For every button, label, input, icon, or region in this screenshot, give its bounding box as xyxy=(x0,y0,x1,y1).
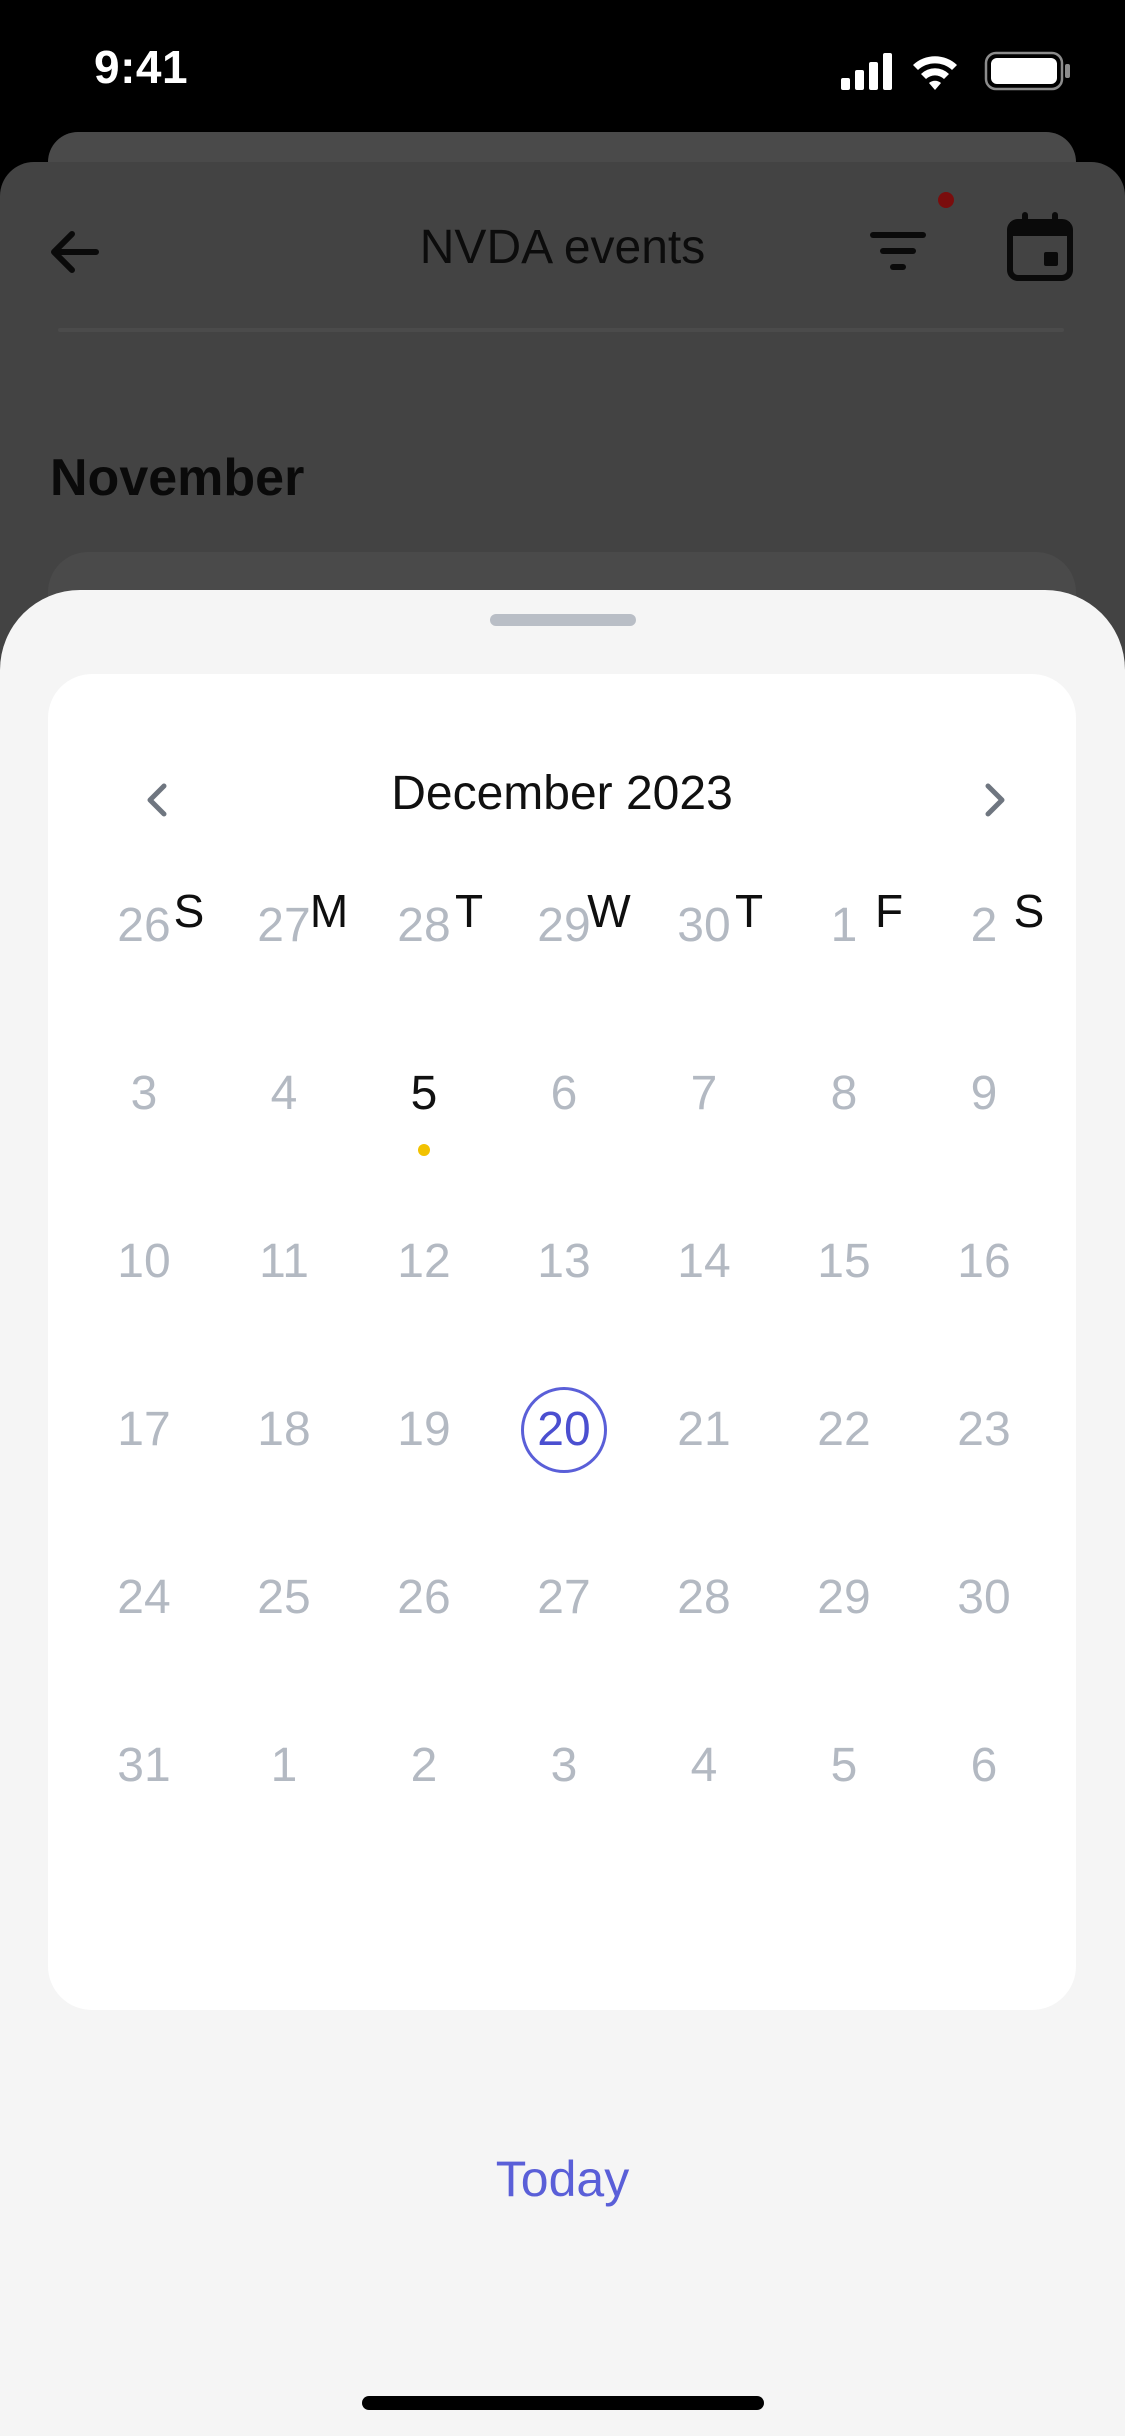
status-icons xyxy=(841,51,1070,91)
calendar-day[interactable]: 27 xyxy=(234,876,334,976)
calendar-day[interactable]: 2 xyxy=(934,876,1034,976)
today-button[interactable]: Today xyxy=(0,2150,1125,2208)
calendar-day[interactable]: 28 xyxy=(374,876,474,976)
calendar-day[interactable]: 11 xyxy=(234,1212,334,1312)
calendar-day[interactable]: 7 xyxy=(654,1044,754,1144)
battery-icon xyxy=(984,51,1070,91)
calendar-day[interactable]: 27 xyxy=(514,1548,614,1648)
date-picker-sheet: December 2023 S M T W T F S 26 27 28 29 30 1 2… xyxy=(0,590,1125,2436)
calendar-day[interactable]: 10 xyxy=(94,1212,194,1312)
calendar-day[interactable]: 6 xyxy=(514,1044,614,1144)
selected-day-ring xyxy=(521,1387,607,1473)
calendar-day[interactable]: 29 xyxy=(514,876,614,976)
calendar-card: December 2023 S M T W T F S 26 27 28 29 30 1 2… xyxy=(48,674,1076,2010)
event-indicator-dot xyxy=(418,1144,430,1156)
calendar-day[interactable]: 15 xyxy=(794,1212,894,1312)
calendar-day[interactable]: 17 xyxy=(94,1380,194,1480)
header-divider xyxy=(58,328,1064,332)
filter-icon[interactable] xyxy=(866,224,930,280)
calendar-day[interactable]: 23 xyxy=(934,1380,1034,1480)
page-title: NVDA events xyxy=(419,221,706,274)
calendar-day[interactable]: 8 xyxy=(794,1044,894,1144)
calendar-day[interactable]: 3 xyxy=(514,1716,614,1816)
calendar-day[interactable]: 4 xyxy=(654,1716,754,1816)
calendar-day[interactable]: 29 xyxy=(794,1548,894,1648)
calendar-day[interactable]: 9 xyxy=(934,1044,1034,1144)
calendar-day[interactable]: 26 xyxy=(374,1548,474,1648)
section-month-heading: November xyxy=(50,449,305,507)
calendar-day[interactable]: 26 xyxy=(94,876,194,976)
calendar-day[interactable]: 21 xyxy=(654,1380,754,1480)
calendar-day[interactable]: 30 xyxy=(934,1548,1034,1648)
calendar-day[interactable]: 13 xyxy=(514,1212,614,1312)
status-time: 9:41 xyxy=(94,41,189,93)
days-grid: 26 27 28 29 30 1 2 3 4 5 6 7 8 9 10 11 12 13 14 15 16 17 18 19 2… xyxy=(48,674,1076,2010)
wifi-icon xyxy=(913,56,957,90)
calendar-day[interactable]: 19 xyxy=(374,1380,474,1480)
calendar-day[interactable]: 4 xyxy=(234,1044,334,1144)
calendar-day[interactable]: 1 xyxy=(794,876,894,976)
calendar-day[interactable]: 31 xyxy=(94,1716,194,1816)
calendar-day[interactable]: 12 xyxy=(374,1212,474,1312)
calendar-day[interactable]: 6 xyxy=(934,1716,1034,1816)
calendar-day[interactable]: 18 xyxy=(234,1380,334,1480)
calendar-day[interactable]: 1 xyxy=(234,1716,334,1816)
calendar-day[interactable]: 16 xyxy=(934,1212,1034,1312)
calendar-day[interactable]: 2 xyxy=(374,1716,474,1816)
calendar-day[interactable]: 3 xyxy=(94,1044,194,1144)
home-indicator xyxy=(362,2396,764,2410)
filter-badge-dot xyxy=(938,192,954,208)
calendar-icon[interactable] xyxy=(1006,210,1074,282)
calendar-day[interactable]: 28 xyxy=(654,1548,754,1648)
calendar-day[interactable]: 24 xyxy=(94,1548,194,1648)
calendar-day[interactable]: 30 xyxy=(654,876,754,976)
calendar-day[interactable]: 14 xyxy=(654,1212,754,1312)
cellular-signal-icon xyxy=(841,53,892,90)
sheet-grabber[interactable] xyxy=(490,614,636,626)
calendar-day[interactable]: 5 xyxy=(794,1716,894,1816)
status-bar: 9:41 xyxy=(0,0,1125,140)
calendar-day[interactable]: 25 xyxy=(234,1548,334,1648)
calendar-day[interactable]: 5 xyxy=(374,1044,474,1144)
calendar-day[interactable]: 22 xyxy=(794,1380,894,1480)
